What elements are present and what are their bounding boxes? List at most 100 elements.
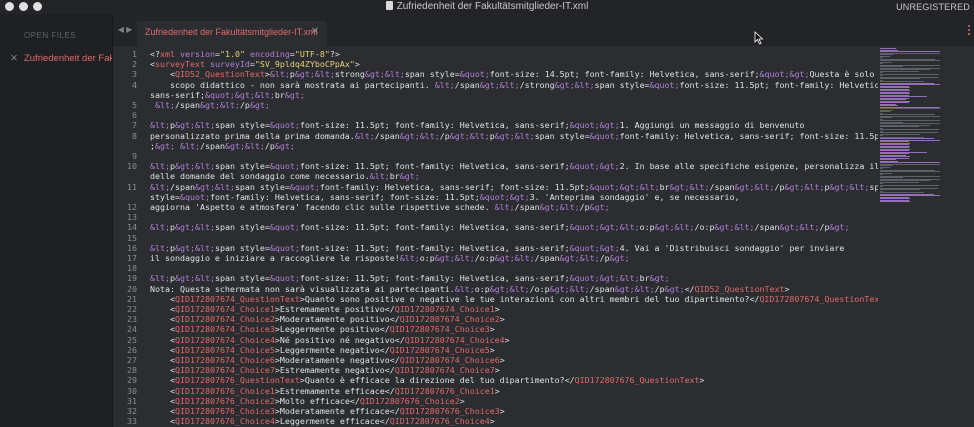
code-line[interactable]: 29 <QID172807676_QuestionText>Quanto è e… bbox=[113, 375, 878, 385]
code-line[interactable]: 9 bbox=[113, 151, 878, 161]
code-line[interactable]: 31 <QID172807676_Choice2>Molto efficace<… bbox=[113, 396, 878, 406]
code-line[interactable]: 6 bbox=[113, 110, 878, 120]
code-token: br bbox=[659, 181, 670, 192]
code-token: font-size: 11.5pt; font-family: Helvetic… bbox=[299, 161, 570, 172]
code-token: &quot; bbox=[269, 242, 300, 253]
code-line[interactable]: 15 bbox=[113, 233, 878, 243]
code-text: <QID172807674_Choice6>Moderatamente nega… bbox=[150, 355, 505, 365]
code-line[interactable]: 4 scopo didattico - non sarà mostrata ai… bbox=[113, 80, 878, 90]
code-line[interactable]: 18 bbox=[113, 263, 878, 273]
code-token: /p bbox=[439, 130, 450, 141]
code-text: <QID172807676_Choice3>Moderatamente effi… bbox=[150, 406, 505, 416]
line-number: 8 bbox=[132, 130, 137, 141]
code-token: &gt;&lt; bbox=[224, 140, 265, 151]
code-line[interactable]: 16 &lt;p&gt;&lt;span style=&quot;font-siz… bbox=[113, 243, 878, 253]
tab-close-icon[interactable]: ✕ bbox=[311, 26, 319, 37]
code-token: QID172807674_Choice5 bbox=[389, 344, 490, 355]
tab-navigation: ◀ ▶ bbox=[113, 14, 137, 46]
code-line[interactable]: 26 <QID172807674_Choice5>Leggermente neg… bbox=[113, 345, 878, 355]
code-token: span style= bbox=[404, 69, 460, 80]
code-token: font-size: 11.5pt; font-family: Helvetic… bbox=[299, 120, 570, 131]
code-text: delle domande del sondaggio come necessa… bbox=[150, 171, 420, 181]
code-token: span style= bbox=[534, 130, 590, 141]
code-line[interactable]: 19 &lt;p&gt;&lt;span style=&quot;font-siz… bbox=[113, 273, 878, 283]
code-line[interactable]: 25 <QID172807674_Choice4>Né positivo né … bbox=[113, 335, 878, 345]
code-token: >Né positivo né negativo</ bbox=[274, 334, 405, 345]
code-line[interactable]: sans-serif;&quot;&gt;&lt;br&gt; bbox=[113, 90, 878, 100]
code-line[interactable]: 1 <?xml version="1.0" encoding="UTF-8"?> bbox=[113, 49, 878, 59]
code-line[interactable]: 23 <QID172807674_Choice2>Moderatamente p… bbox=[113, 314, 878, 324]
code-line[interactable]: 10 &lt;p&gt;&lt;span style=&quot;font-siz… bbox=[113, 161, 878, 171]
code-text: &lt;p&gt;&lt;span style=&quot;font-size:… bbox=[150, 120, 804, 130]
code-line[interactable]: 8 personalizzato prima della prima domand… bbox=[113, 131, 878, 141]
code-token: /o:p bbox=[474, 253, 495, 263]
code-token: &quot;&gt; bbox=[569, 242, 620, 253]
code-line[interactable]: 17 il sondaggio e iniziare a raccogliere … bbox=[113, 253, 878, 263]
code-text: <QID172807674_Choice5>Leggermente negati… bbox=[150, 345, 495, 355]
code-token: font-family: Helvetica, sans-serif; font… bbox=[619, 130, 878, 141]
code-token: QID172807674_Choice6 bbox=[399, 355, 500, 365]
code-token: xml bbox=[160, 49, 175, 59]
code-token: &gt;&lt; bbox=[294, 69, 335, 80]
code-line[interactable]: 32 <QID172807676_Choice3>Moderatamente e… bbox=[113, 406, 878, 416]
minimap-line bbox=[880, 133, 921, 135]
code-line[interactable]: 21 <QID172807674_QuestionText>Quanto son… bbox=[113, 294, 878, 304]
code-line[interactable]: 12 aggiorna 'Aspetto e atmosfera' facendo… bbox=[113, 202, 878, 212]
code-token: QID172807676_Choice3 bbox=[174, 406, 275, 416]
sidebar-open-file[interactable]: ✕ Zufriedenheit der Fakultätsmitglieder-I… bbox=[10, 52, 112, 66]
tab-active-file[interactable]: Zufriedenheit der Fakultätsmitglieder-IT… bbox=[137, 21, 327, 46]
close-icon[interactable]: ✕ bbox=[10, 53, 18, 64]
code-text: <surveyText surveyId="SV_9pldq4ZYboCPpAx… bbox=[150, 59, 360, 69]
code-token: &quot; bbox=[289, 181, 320, 192]
line-number: 16 bbox=[127, 242, 137, 253]
line-number: 28 bbox=[127, 365, 137, 376]
code-token: &gt;&lt; bbox=[399, 130, 440, 141]
code-token: &gt;&lt; bbox=[494, 253, 535, 263]
code-token: Nota: Questa schermata non sarà visualiz… bbox=[150, 283, 455, 294]
line-number: 7 bbox=[132, 120, 137, 131]
code-token: > bbox=[459, 395, 465, 406]
code-line[interactable]: 33 <QID172807676_Choice4>Leggermente eff… bbox=[113, 416, 878, 426]
code-token: delle domande del sondaggio come necessa… bbox=[150, 171, 370, 182]
code-token: /span bbox=[709, 181, 735, 192]
minimap[interactable] bbox=[878, 46, 974, 427]
code-token: ?> bbox=[329, 49, 340, 59]
code-line[interactable]: style=&quot;font-family: Helvetica, sans… bbox=[113, 192, 878, 202]
code-line[interactable]: ;&gt; &lt;/span&gt;&lt;/p&gt; bbox=[113, 141, 878, 151]
forward-arrow-icon[interactable]: ▶ bbox=[126, 25, 132, 34]
code-line[interactable]: 2 <surveyText surveyId="SV_9pldq4ZYboCPpA… bbox=[113, 59, 878, 69]
code-line[interactable]: 3 <QID52_QuestionText>&lt;p&gt;&lt;stron… bbox=[113, 69, 878, 79]
code-token: &gt;&lt; bbox=[174, 120, 215, 131]
code-token: > bbox=[494, 385, 500, 396]
code-token: > bbox=[489, 344, 495, 355]
code-editor[interactable]: 1 <?xml version="1.0" encoding="UTF-8"?> 2… bbox=[113, 46, 878, 427]
code-line[interactable]: 27 <QID172807674_Choice6>Moderatamente n… bbox=[113, 355, 878, 365]
line-number: 2 bbox=[132, 59, 137, 70]
code-line[interactable]: delle domande del sondaggio come necessa… bbox=[113, 171, 878, 181]
line-number: 3 bbox=[132, 69, 137, 80]
code-line[interactable]: 20 Nota: Questa schermata non sarà visual… bbox=[113, 284, 878, 294]
code-line[interactable]: 5 &lt;/span&gt;&lt;/p&gt; bbox=[113, 100, 878, 110]
code-line[interactable]: 14 &lt;p&gt;&lt;span style=&quot;font-siz… bbox=[113, 222, 878, 232]
code-token: &gt; bbox=[399, 171, 420, 182]
window-title-text: Zufriedenheit der Fakultätsmitglieder-IT… bbox=[396, 1, 589, 12]
line-number: 24 bbox=[127, 324, 137, 335]
code-token: /span bbox=[174, 100, 200, 110]
code-token: < bbox=[150, 416, 175, 427]
code-token: &gt; bbox=[829, 222, 850, 233]
tab-bar: Zufriedenheit der Fakultätsmitglieder-IT… bbox=[137, 14, 974, 46]
code-token: > bbox=[494, 304, 500, 314]
code-token: style= bbox=[150, 191, 180, 202]
code-line[interactable]: 13 bbox=[113, 212, 878, 222]
code-line[interactable]: 7 &lt;p&gt;&lt;span style=&quot;font-size… bbox=[113, 120, 878, 130]
code-line[interactable]: 22 <QID172807674_Choice1>Estremamente po… bbox=[113, 304, 878, 314]
code-line[interactable]: 24 <QID172807674_Choice3>Leggermente pos… bbox=[113, 324, 878, 334]
more-options-icon[interactable] bbox=[968, 25, 970, 35]
back-arrow-icon[interactable]: ◀ bbox=[118, 25, 124, 34]
code-token: QID172807674_Choice7 bbox=[174, 365, 275, 376]
code-line[interactable]: 28 <QID172807674_Choice7>Estremamente ne… bbox=[113, 365, 878, 375]
code-token: &quot;&gt; bbox=[479, 191, 530, 202]
code-token: &gt;&lt; bbox=[559, 253, 600, 263]
code-line[interactable]: 30 <QID172807676_Choice1>Estremamente ef… bbox=[113, 386, 878, 396]
code-line[interactable]: 11 &lt;/span&gt;&lt;span style=&quot;font… bbox=[113, 182, 878, 192]
